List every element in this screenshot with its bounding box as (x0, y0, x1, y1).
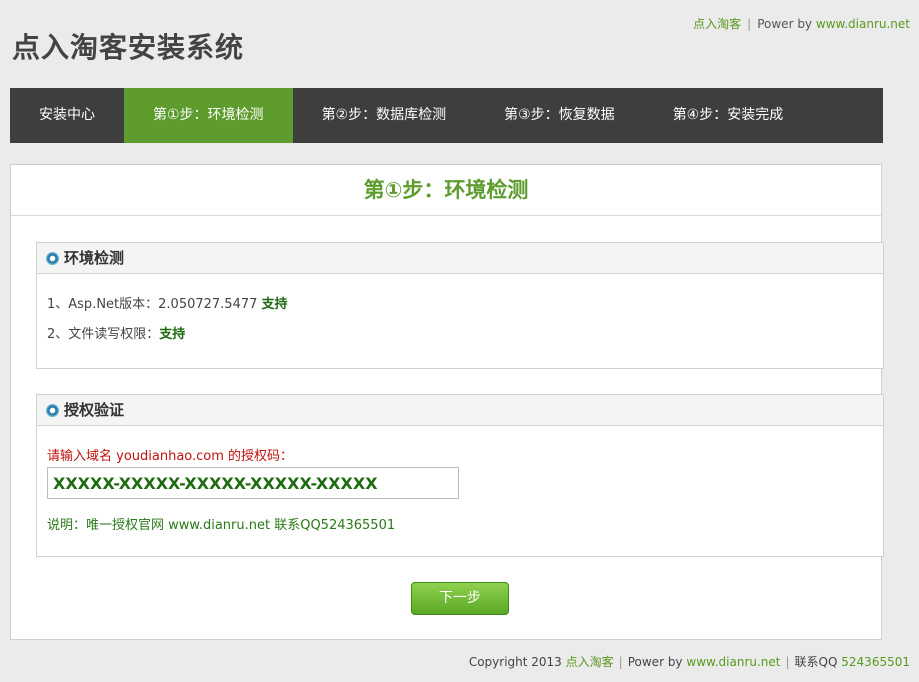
auth-box: 授权验证 请输入域名 youdianhao.com 的授权码： 说明：唯一授权官… (36, 394, 884, 557)
env-check-box: 环境检测 1、Asp.Net版本：2.050727.5477 支持 2、文件读写… (36, 242, 884, 369)
nav-item-step4-complete[interactable]: 第④步：安装完成 (644, 88, 813, 143)
bullet-icon (46, 251, 59, 265)
nav-item-step1-env-check[interactable]: 第①步：环境检测 (124, 88, 293, 143)
auth-prompt: 请输入域名 youdianhao.com 的授权码： (47, 449, 294, 464)
step-nav: 安装中心 第①步：环境检测 第②步：数据库检测 第③步：恢复数据 第④步：安装完… (10, 88, 883, 143)
top-separator: | (747, 17, 752, 31)
footer-power-by: Power by (627, 655, 683, 669)
copyright-text: Copyright 2013 (468, 655, 562, 669)
file-permission-text: 2、文件读写权限： (47, 327, 160, 342)
aspnet-status: 支持 (261, 297, 288, 312)
env-check-title: 环境检测 (64, 249, 125, 267)
top-links: 点入淘客 | Power by www.dianru.net (693, 15, 910, 32)
top-brand-link[interactable]: 点入淘客 (693, 17, 741, 31)
footer-qq-number: 524365501 (841, 655, 910, 669)
site-title: 点入淘客安装系统 (12, 31, 245, 64)
footer: Copyright 2013 点入淘客 | Power by www.dianru.… (469, 653, 910, 670)
footer-site-link[interactable]: www.dianru.net (686, 655, 780, 669)
nav-item-install-center[interactable]: 安装中心 (10, 88, 124, 143)
footer-separator: | (618, 655, 623, 669)
env-line-aspnet: 1、Asp.Net版本：2.050727.5477 支持 (47, 294, 873, 324)
auth-title: 授权验证 (64, 401, 125, 419)
footer-brand-link[interactable]: 点入淘客 (566, 655, 614, 669)
bullet-icon (46, 403, 59, 417)
env-line-file-permission: 2、文件读写权限：支持 (47, 324, 873, 354)
power-by-label: Power by (757, 17, 813, 31)
auth-note: 说明：唯一授权官网 www.dianru.net 联系QQ524365501 (47, 518, 396, 533)
nav-item-step2-db-check[interactable]: 第②步：数据库检测 (293, 88, 476, 143)
top-site-link[interactable]: www.dianru.net (816, 17, 910, 31)
aspnet-version-text: 1、Asp.Net版本：2.050727.5477 (47, 297, 258, 312)
next-step-button[interactable]: 下一步 (411, 582, 509, 615)
page-title: 第①步：环境检测 (11, 165, 881, 216)
main-panel: 第①步：环境检测 环境检测 1、Asp.Net版本：2.050727.5477 … (10, 164, 884, 640)
file-permission-status: 支持 (159, 327, 186, 342)
env-check-header: 环境检测 (37, 243, 883, 274)
auth-header: 授权验证 (37, 395, 883, 426)
nav-item-step3-restore-data[interactable]: 第③步：恢复数据 (475, 88, 644, 143)
auth-code-input[interactable] (47, 467, 459, 499)
footer-contact-label: 联系QQ (794, 655, 838, 669)
footer-separator: | (785, 655, 790, 669)
